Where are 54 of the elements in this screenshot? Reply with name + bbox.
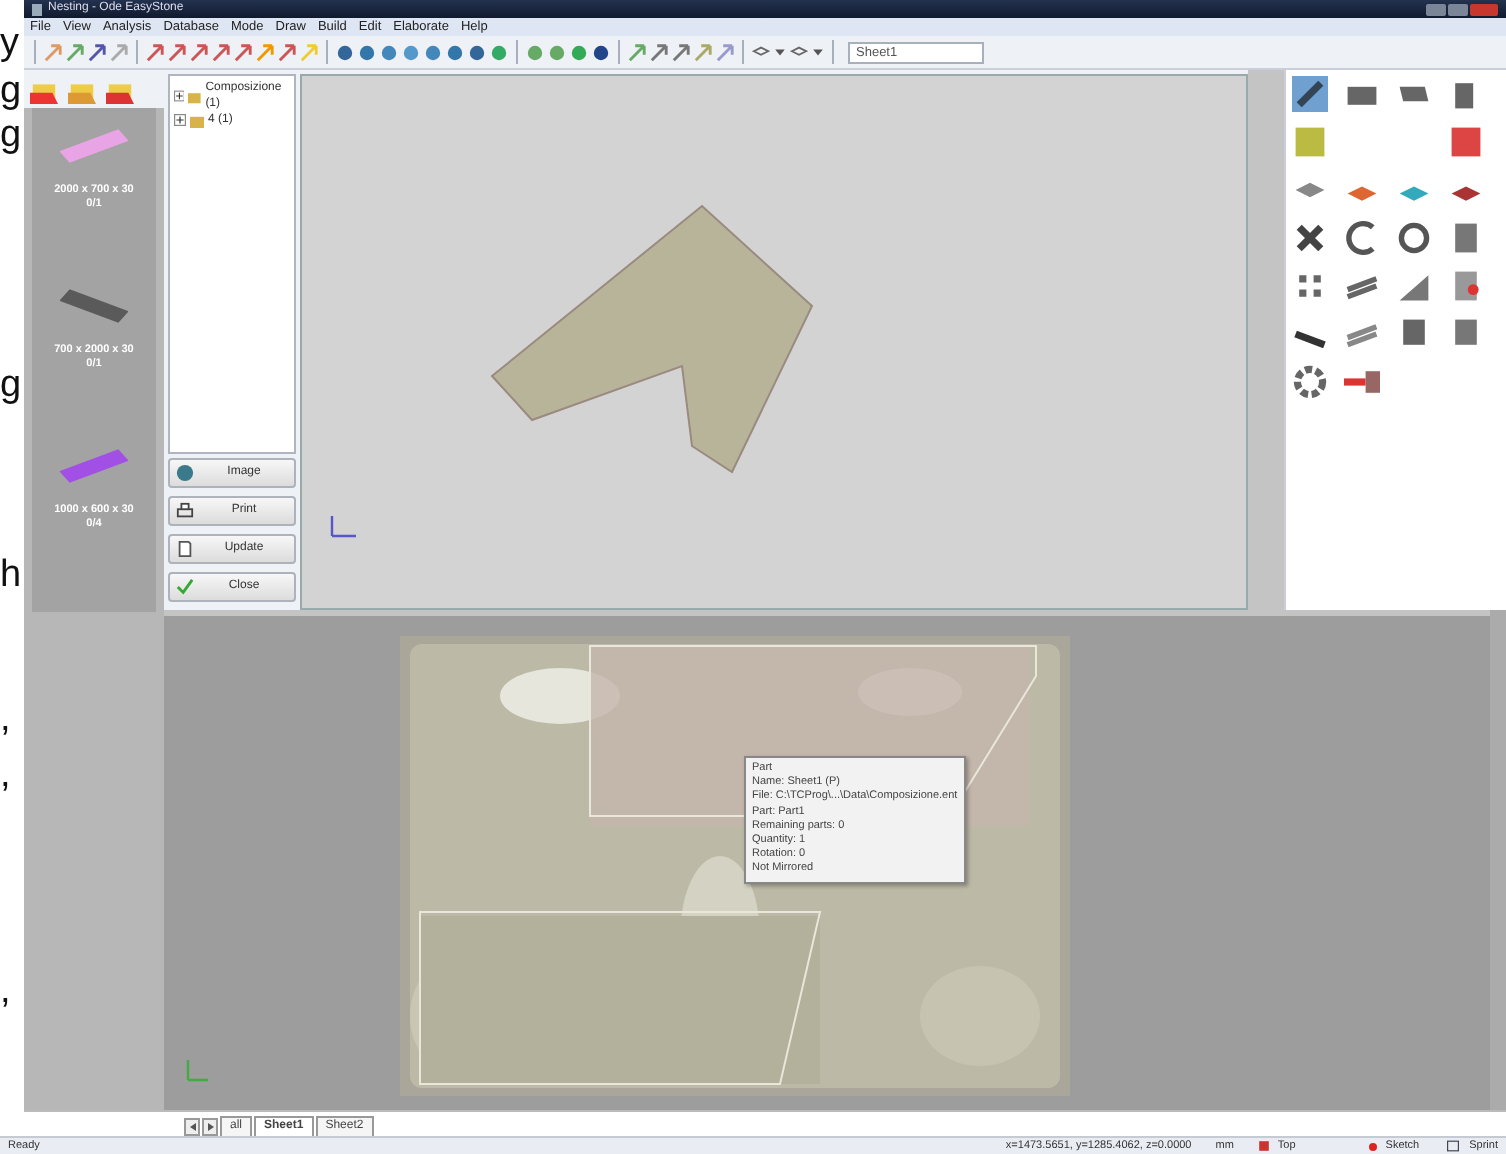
arrow-icon[interactable] bbox=[716, 43, 734, 61]
previous-sheet-button[interactable] bbox=[184, 1118, 200, 1136]
app-icon bbox=[32, 3, 42, 15]
arrow-icon[interactable] bbox=[190, 43, 208, 61]
arrow-icon[interactable] bbox=[278, 43, 296, 61]
left-arrow-icon bbox=[187, 1122, 197, 1132]
printer-icon bbox=[176, 502, 194, 520]
document-text: g bbox=[0, 366, 22, 404]
layer-icon[interactable] bbox=[790, 43, 808, 61]
document-text: g bbox=[0, 116, 22, 154]
minimize-button[interactable] bbox=[1426, 3, 1446, 15]
arrow-icon[interactable] bbox=[234, 43, 252, 61]
caret-icon[interactable] bbox=[774, 46, 786, 58]
axes-icon bbox=[326, 512, 358, 540]
document-text: h bbox=[0, 556, 22, 594]
axes-icon bbox=[184, 1056, 212, 1084]
arrow-icon[interactable] bbox=[672, 43, 690, 61]
circle-icon[interactable] bbox=[336, 43, 354, 61]
part-shape-icon[interactable] bbox=[59, 284, 128, 328]
circle-icon[interactable] bbox=[468, 43, 486, 61]
check-icon bbox=[176, 578, 194, 596]
globe-icon bbox=[176, 464, 194, 482]
view-icon bbox=[1257, 1140, 1270, 1152]
circle-icon[interactable] bbox=[592, 43, 610, 61]
circle-icon[interactable] bbox=[358, 43, 376, 61]
close-button[interactable] bbox=[1470, 3, 1498, 15]
brush-icon[interactable] bbox=[1292, 76, 1328, 112]
arrow-icon[interactable] bbox=[88, 43, 106, 61]
ring-icon[interactable] bbox=[1292, 364, 1328, 400]
circle-icon[interactable] bbox=[446, 43, 464, 61]
maximize-button[interactable] bbox=[1448, 3, 1468, 15]
arc-icon[interactable] bbox=[1344, 220, 1380, 256]
page-icon bbox=[176, 540, 194, 558]
arrow-icon[interactable] bbox=[628, 43, 646, 61]
next-sheet-button[interactable] bbox=[202, 1118, 218, 1136]
document-text: , bbox=[0, 700, 11, 738]
cross-icon[interactable] bbox=[1292, 220, 1328, 256]
document-text: g bbox=[0, 72, 22, 110]
caret-icon[interactable] bbox=[812, 46, 824, 58]
arrow-icon[interactable] bbox=[168, 43, 186, 61]
arrow-icon[interactable] bbox=[650, 43, 668, 61]
grid-icon bbox=[1443, 1140, 1462, 1152]
document-text: , bbox=[0, 756, 11, 794]
ring-icon[interactable] bbox=[1396, 220, 1432, 256]
arrow-icon[interactable] bbox=[212, 43, 230, 61]
arrow-icon[interactable] bbox=[66, 43, 84, 61]
expander-icon[interactable] bbox=[174, 90, 185, 102]
right-arrow-icon bbox=[205, 1122, 215, 1132]
document-text: , bbox=[0, 972, 11, 1010]
sketch-icon bbox=[1367, 1141, 1378, 1151]
document-text: y bbox=[0, 24, 19, 62]
arrow-icon[interactable] bbox=[146, 43, 164, 61]
layer-icon[interactable] bbox=[752, 43, 770, 61]
expander-icon[interactable] bbox=[174, 114, 186, 126]
